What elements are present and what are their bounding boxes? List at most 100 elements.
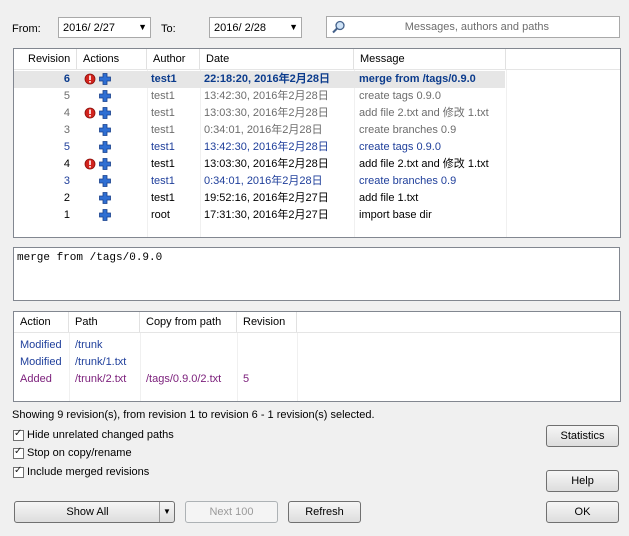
author-cell: test1 <box>151 124 175 136</box>
checkbox-checked-icon[interactable] <box>13 465 24 478</box>
message-cell: add file 1.txt <box>359 192 419 204</box>
column-header-action[interactable]: Action <box>14 312 69 332</box>
to-date-picker[interactable]: 2016/ 2/28 ▼ <box>209 17 302 38</box>
conflict-icon <box>84 107 96 119</box>
table-row[interactable]: Modified/trunk/1.txt <box>14 354 620 371</box>
table-row[interactable]: Modified/trunk <box>14 337 620 354</box>
table-row[interactable]: 3 test1 0:34:01, 2016年2月28日 create branches… <box>14 122 620 139</box>
changed-paths-list[interactable]: Action Path Copy from path Revision Modi… <box>13 311 621 402</box>
to-date-value: 2016/ 2/28 <box>214 21 266 34</box>
from-date-picker[interactable]: 2016/ 2/27 ▼ <box>58 17 151 38</box>
show-all-button[interactable]: Show All ▼ <box>14 501 175 523</box>
add-icon <box>99 124 111 136</box>
table-row[interactable]: 1 root 17:31:30, 2016年2月27日 import base dir <box>14 207 620 224</box>
refresh-button[interactable]: Refresh <box>288 501 361 523</box>
conflict-icon <box>84 73 96 85</box>
column-header-actions[interactable]: Actions <box>77 49 147 69</box>
author-cell: test1 <box>151 158 175 170</box>
message-cell: import base dir <box>359 209 432 221</box>
chevron-down-icon[interactable]: ▼ <box>138 22 147 32</box>
column-header-message[interactable]: Message <box>354 49 506 69</box>
search-placeholder: Messages, authors and paths <box>404 21 549 33</box>
add-icon <box>99 192 111 204</box>
checkbox-checked-icon[interactable] <box>13 446 24 459</box>
chevron-down-icon[interactable]: ▼ <box>289 22 298 32</box>
checkbox-checked-icon[interactable] <box>13 428 24 441</box>
hide-unrelated-checkbox[interactable]: Hide unrelated changed paths <box>13 428 174 441</box>
revision-cell: 4 <box>63 107 70 119</box>
column-header-revision[interactable]: Revision <box>14 49 77 69</box>
help-button[interactable]: Help <box>546 470 619 492</box>
message-cell: create branches 0.9 <box>359 124 457 136</box>
next-100-button[interactable]: Next 100 <box>185 501 278 523</box>
revision-cell: 2 <box>63 192 70 204</box>
log-message-box[interactable]: merge from /tags/0.9.0 <box>13 247 620 301</box>
column-header-date[interactable]: Date <box>200 49 354 69</box>
date-cell: 0:34:01, 2016年2月28日 <box>204 175 323 187</box>
revision-list[interactable]: Revision Actions Author Date Message 6 te… <box>13 48 621 238</box>
path-revision-cell: 5 <box>243 373 250 385</box>
chevron-down-icon[interactable]: ▼ <box>159 502 174 522</box>
path-cell: /trunk/2.txt <box>75 373 127 385</box>
stop-on-copy-checkbox[interactable]: Stop on copy/rename <box>13 446 132 459</box>
ok-button[interactable]: OK <box>546 501 619 523</box>
table-row[interactable]: 4 test1 13:03:30, 2016年2月28日 add file 2.txt… <box>14 105 620 122</box>
date-cell: 13:03:30, 2016年2月28日 <box>204 158 329 170</box>
conflict-icon <box>84 158 96 170</box>
add-icon <box>99 90 111 102</box>
hide-unrelated-label: Hide unrelated changed paths <box>27 429 174 441</box>
date-cell: 19:52:16, 2016年2月27日 <box>204 192 329 204</box>
table-row[interactable]: 5 test1 13:42:30, 2016年2月28日 create tags 0.… <box>14 88 620 105</box>
table-row[interactable]: Added/trunk/2.txt/tags/0.9.0/2.txt 5 <box>14 371 620 388</box>
search-icon[interactable] <box>332 20 346 34</box>
author-cell: test1 <box>151 192 175 204</box>
add-icon <box>99 209 111 221</box>
stop-on-copy-label: Stop on copy/rename <box>27 447 132 459</box>
statistics-button[interactable]: Statistics <box>546 425 619 447</box>
revision-cell: 5 <box>63 90 70 102</box>
include-merged-checkbox[interactable]: Include merged revisions <box>13 465 150 478</box>
revision-cell: 6 <box>63 73 70 85</box>
table-row[interactable]: 6 test1 22:18:20, 2016年2月28日 merge from /ta… <box>14 71 505 88</box>
add-icon <box>99 175 111 187</box>
column-header-path[interactable]: Path <box>69 312 140 332</box>
author-cell: test1 <box>151 107 175 119</box>
table-row[interactable]: 5 test1 13:42:30, 2016年2月28日 create tags 0.… <box>14 139 620 156</box>
revision-cell: 3 <box>63 124 70 136</box>
add-icon <box>99 107 111 119</box>
column-header-copy-from-path[interactable]: Copy from path <box>140 312 237 332</box>
revision-cell: 1 <box>63 209 70 221</box>
author-cell: root <box>151 209 170 221</box>
date-cell: 13:03:30, 2016年2月28日 <box>204 107 329 119</box>
table-row[interactable]: 3 test1 0:34:01, 2016年2月28日 create branches… <box>14 173 620 190</box>
copy-from-cell: /tags/0.9.0/2.txt <box>146 373 222 385</box>
table-row[interactable]: 2 test1 19:52:16, 2016年2月27日 add file 1.txt <box>14 190 620 207</box>
date-cell: 17:31:30, 2016年2月27日 <box>204 209 329 221</box>
message-cell: add file 2.txt and 修改 1.txt <box>359 158 489 170</box>
action-cell: Modified <box>20 356 62 368</box>
message-cell: create tags 0.9.0 <box>359 141 441 153</box>
date-cell: 13:42:30, 2016年2月28日 <box>204 141 329 153</box>
log-message-text: merge from /tags/0.9.0 <box>17 252 163 264</box>
column-header-author[interactable]: Author <box>147 49 200 69</box>
author-cell: test1 <box>151 90 175 102</box>
from-label: From: <box>12 23 41 35</box>
path-cell: /trunk/1.txt <box>75 356 127 368</box>
revision-cell: 4 <box>63 158 70 170</box>
action-cell: Added <box>20 373 52 385</box>
to-label: To: <box>161 23 176 35</box>
add-icon <box>99 158 111 170</box>
author-cell: test1 <box>151 141 175 153</box>
search-input[interactable]: Messages, authors and paths <box>326 16 620 38</box>
date-cell: 0:34:01, 2016年2月28日 <box>204 124 323 136</box>
from-date-value: 2016/ 2/27 <box>63 21 115 34</box>
message-cell: merge from /tags/0.9.0 <box>359 73 476 85</box>
include-merged-label: Include merged revisions <box>27 466 150 478</box>
table-row[interactable]: 4 test1 13:03:30, 2016年2月28日 add file 2.txt… <box>14 156 620 173</box>
message-cell: create tags 0.9.0 <box>359 90 441 102</box>
add-icon <box>99 141 111 153</box>
column-header-path-revision[interactable]: Revision <box>237 312 297 332</box>
status-text: Showing 9 revision(s), from revision 1 t… <box>12 409 375 421</box>
date-cell: 22:18:20, 2016年2月28日 <box>204 73 330 85</box>
add-icon <box>99 73 111 85</box>
